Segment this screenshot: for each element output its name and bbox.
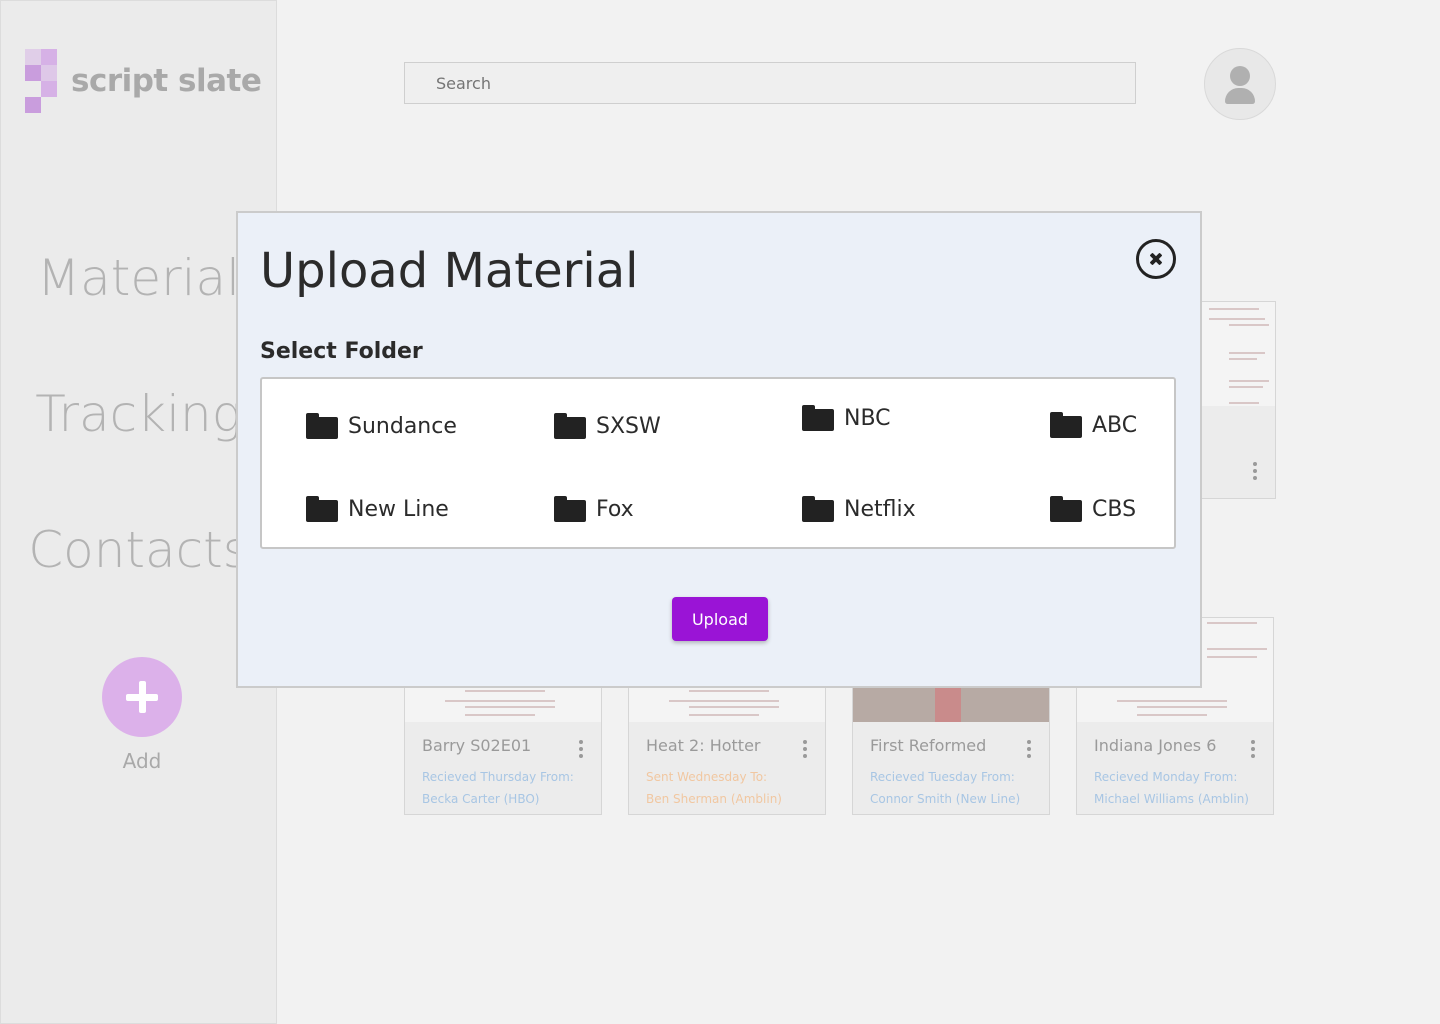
search-input[interactable] xyxy=(404,62,1136,104)
folder-nbc[interactable]: NBC xyxy=(802,403,891,433)
sidebar-item-contacts[interactable]: Contacts xyxy=(1,521,276,579)
folder-label: New Line xyxy=(348,496,449,522)
folder-icon xyxy=(554,496,586,522)
add-label: Add xyxy=(122,749,162,773)
avatar[interactable] xyxy=(1204,48,1276,120)
card-status: Sent Wednesday To: xyxy=(646,770,768,784)
card-contact: Connor Smith (New Line) xyxy=(870,792,1021,806)
card-contact: Michael Williams (Amblin) xyxy=(1094,792,1249,806)
sidebar-item-tracking[interactable]: Tracking xyxy=(1,385,276,443)
logo-mark-icon xyxy=(25,49,57,113)
card-status: Recieved Tuesday From: xyxy=(870,770,1015,784)
card-title: Barry S02E01 xyxy=(422,736,532,755)
card-contact: Becka Carter (HBO) xyxy=(422,792,540,806)
upload-button[interactable]: Upload xyxy=(672,597,768,641)
folder-icon xyxy=(1050,496,1082,522)
folder-label: ABC xyxy=(1092,412,1138,438)
folder-label: Netflix xyxy=(844,496,916,522)
folder-icon xyxy=(802,405,834,431)
folder-sundance[interactable]: Sundance xyxy=(306,411,457,441)
folder-netflix[interactable]: Netflix xyxy=(802,494,916,524)
close-button[interactable] xyxy=(1136,239,1176,279)
folder-cbs[interactable]: CBS xyxy=(1050,494,1136,524)
folder-label: NBC xyxy=(844,405,891,431)
folder-new-line[interactable]: New Line xyxy=(306,494,449,524)
card-title: Heat 2: Hotter xyxy=(646,736,761,755)
folder-sxsw[interactable]: SXSW xyxy=(554,411,661,441)
card-status: Recieved Monday From: xyxy=(1094,770,1238,784)
folder-label: CBS xyxy=(1092,496,1137,522)
more-options-icon[interactable] xyxy=(1253,462,1257,483)
logo[interactable]: script slate xyxy=(25,49,265,113)
card-title: Indiana Jones 6 xyxy=(1094,736,1217,755)
folder-fox[interactable]: Fox xyxy=(554,494,634,524)
user-icon xyxy=(1230,66,1250,86)
sidebar-item-material[interactable]: Material xyxy=(1,249,276,307)
add-button[interactable] xyxy=(102,657,182,737)
more-options-icon[interactable] xyxy=(579,740,583,761)
select-folder-label: Select Folder xyxy=(260,339,423,364)
dialog-title: Upload Material xyxy=(260,243,639,299)
folder-label: Fox xyxy=(596,496,634,522)
folder-icon xyxy=(306,496,338,522)
card-title: First Reformed xyxy=(870,736,987,755)
card-status: Recieved Thursday From: xyxy=(422,770,574,784)
folder-icon xyxy=(554,413,586,439)
folder-icon xyxy=(802,496,834,522)
folder-label: SXSW xyxy=(596,413,661,439)
folder-icon xyxy=(1050,412,1082,438)
more-options-icon[interactable] xyxy=(803,740,807,761)
folder-label: Sundance xyxy=(348,413,457,439)
card-contact: Ben Sherman (Amblin) xyxy=(646,792,782,806)
folder-icon xyxy=(306,413,338,439)
logo-text: script slate xyxy=(71,63,262,99)
more-options-icon[interactable] xyxy=(1027,740,1031,761)
folder-abc[interactable]: ABC xyxy=(1050,410,1137,440)
upload-material-dialog: Upload Material Select Folder Sundance S… xyxy=(236,211,1202,688)
folder-list: Sundance SXSW NBC ABC New Line Fox Netfl… xyxy=(260,377,1176,549)
more-options-icon[interactable] xyxy=(1251,740,1255,761)
